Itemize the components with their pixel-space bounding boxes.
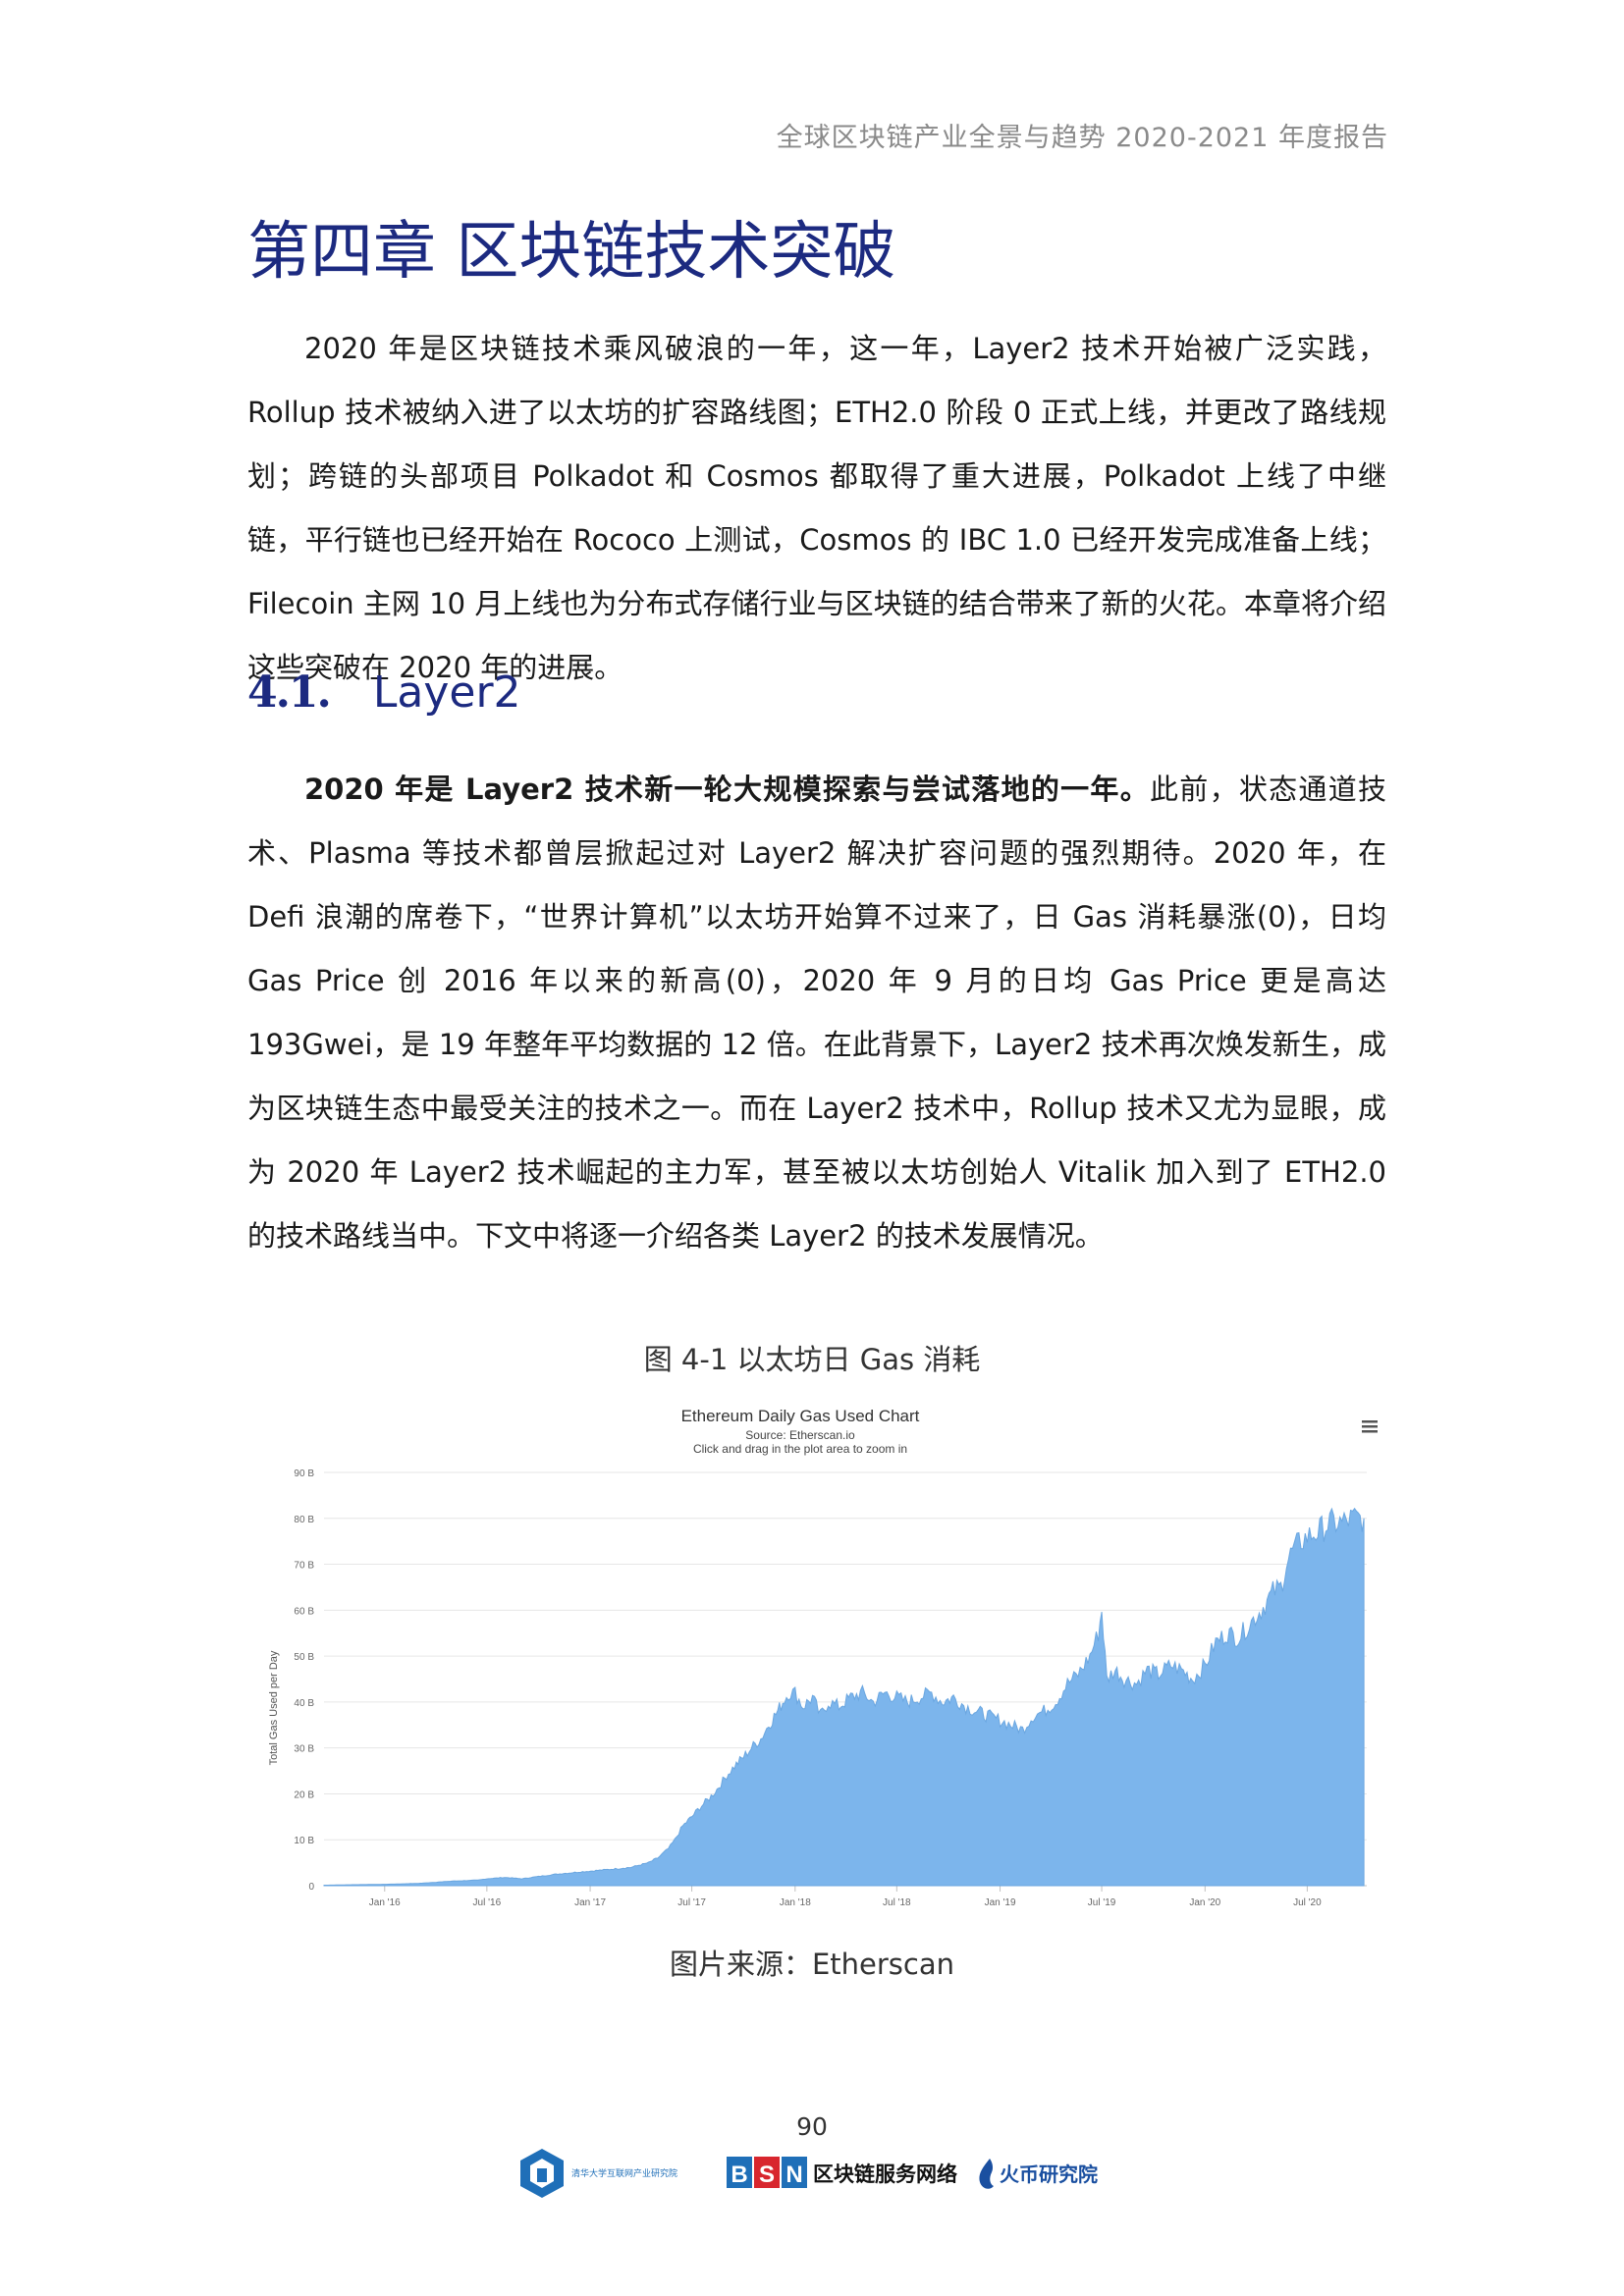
paragraph-lead-bold: 2020 年是 Layer2 技术新一轮大规模探索与尝试落地的一年。 (304, 773, 1150, 806)
y-tick-label: 10 B (294, 1836, 314, 1846)
gas-used-chart[interactable]: Ethereum Daily Gas Used Chart Source: Et… (255, 1394, 1394, 1914)
chapter-title: 第四章 区块链技术突破 (247, 216, 896, 289)
y-tick-label: 50 B (294, 1652, 314, 1663)
y-tick-label: 0 (308, 1882, 314, 1893)
x-tick-label: Jan '16 (369, 1897, 401, 1908)
x-tick-label: Jul '17 (677, 1897, 706, 1908)
bsn-logo-text: 区块链服务网络 (813, 2163, 957, 2186)
footer-logos: 清华大学互联网产业研究院 B S N 区块链服务网络 火币研究院 (520, 2145, 1129, 2204)
y-tick-label: 60 B (294, 1606, 314, 1617)
huobi-logo-text: 火币研究院 (1000, 2163, 1098, 2186)
x-tick-label: Jan '19 (985, 1897, 1016, 1908)
y-tick-label: 30 B (294, 1744, 314, 1755)
paragraph-body: 此前，状态通道技术、Plasma 等技术都曾层掀起过对 Layer2 解决扩容问… (247, 773, 1386, 1253)
chart-note: Click and drag in the plot area to zoom … (693, 1442, 907, 1456)
intro-paragraph: 2020 年是区块链技术乘风破浪的一年，这一年，Layer2 技术开始被广泛实践… (247, 332, 1386, 684)
section-heading: 4.1. Layer2 (247, 667, 521, 718)
y-tick-label: 20 B (294, 1789, 314, 1800)
tsinghua-logo-text: 清华大学互联网产业研究院 (571, 2167, 677, 2178)
section-title: Layer2 (372, 667, 521, 718)
y-tick-label: 70 B (294, 1561, 314, 1572)
chart-container: Ethereum Daily Gas Used Chart Source: Et… (255, 1394, 1394, 1918)
huobi-flame-icon (979, 2159, 994, 2189)
bsn-logo: B S N (727, 2157, 807, 2188)
section-number: 4.1. (247, 667, 332, 718)
gas-used-area-series (323, 1507, 1365, 1887)
figure-source: 图片来源：Etherscan (669, 1948, 955, 1981)
figure-caption: 图 4-1 以太坊日 Gas 消耗 (643, 1343, 981, 1376)
x-tick-label: Jan '20 (1189, 1897, 1220, 1908)
x-tick-label: Jul '20 (1293, 1897, 1322, 1908)
tsinghua-logo-icon (520, 2149, 564, 2198)
y-tick-label: 40 B (294, 1698, 314, 1709)
x-tick-label: Jul '19 (1088, 1897, 1116, 1908)
y-tick-label: 90 B (294, 1468, 314, 1479)
y-axis-label: Total Gas Used per Day (268, 1650, 280, 1765)
bsn-letter-s: S (759, 2162, 775, 2188)
layer2-paragraph: 2020 年是 Layer2 技术新一轮大规模探索与尝试落地的一年。此前，状态通… (247, 758, 1386, 1268)
chart-title: Ethereum Daily Gas Used Chart (681, 1407, 920, 1425)
chart-subtitle: Source: Etherscan.io (745, 1428, 855, 1442)
x-tick-label: Jul '16 (473, 1897, 502, 1908)
x-tick-label: Jan '17 (574, 1897, 606, 1908)
page-number: 90 (796, 2112, 828, 2141)
x-tick-label: Jan '18 (780, 1897, 811, 1908)
running-header: 全球区块链产业全景与趋势 2020-2021 年度报告 (776, 123, 1388, 153)
chart-menu-icon[interactable] (1362, 1420, 1378, 1433)
x-tick-label: Jul '18 (883, 1897, 911, 1908)
bsn-letter-n: N (785, 2162, 802, 2188)
bsn-letter-b: B (731, 2162, 747, 2188)
y-tick-label: 80 B (294, 1515, 314, 1525)
